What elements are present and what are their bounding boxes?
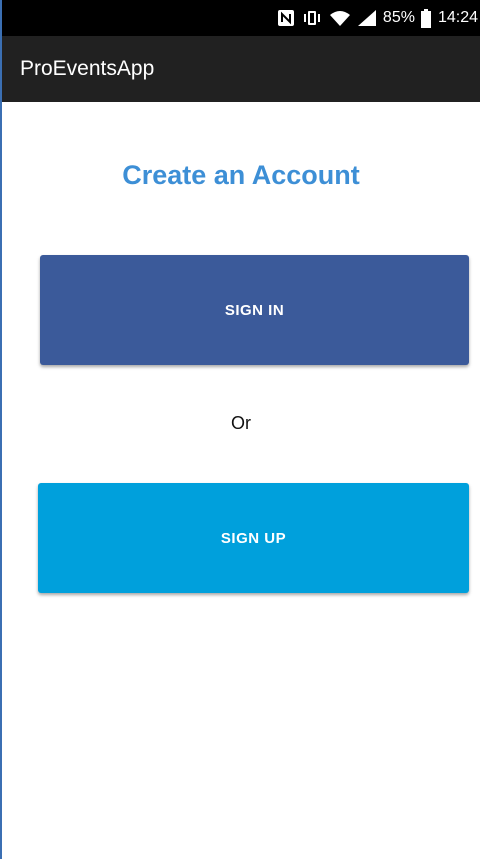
- status-bar: 85% 14:24: [2, 0, 480, 36]
- battery-icon: [420, 8, 432, 28]
- signal-icon: [357, 8, 377, 28]
- sign-in-button-label: SIGN IN: [224, 301, 285, 319]
- battery-percentage: 85%: [382, 9, 415, 26]
- status-clock: 14:24: [437, 9, 478, 26]
- app-title: ProEventsApp: [20, 57, 155, 80]
- sign-in-button[interactable]: SIGN IN: [40, 255, 469, 365]
- wifi-icon: [329, 8, 351, 28]
- sign-up-button-label: SIGN UP: [220, 529, 287, 547]
- page-title: Create an Account: [122, 160, 360, 190]
- vibrate-icon: [301, 8, 323, 28]
- app-bar: ProEventsApp: [2, 36, 480, 102]
- nfc-icon: [277, 8, 295, 28]
- or-separator: Or: [231, 413, 251, 433]
- sign-up-button[interactable]: SIGN UP: [38, 483, 469, 593]
- app-screen: 85% 14:24 ProEventsApp Create an Account…: [0, 0, 480, 859]
